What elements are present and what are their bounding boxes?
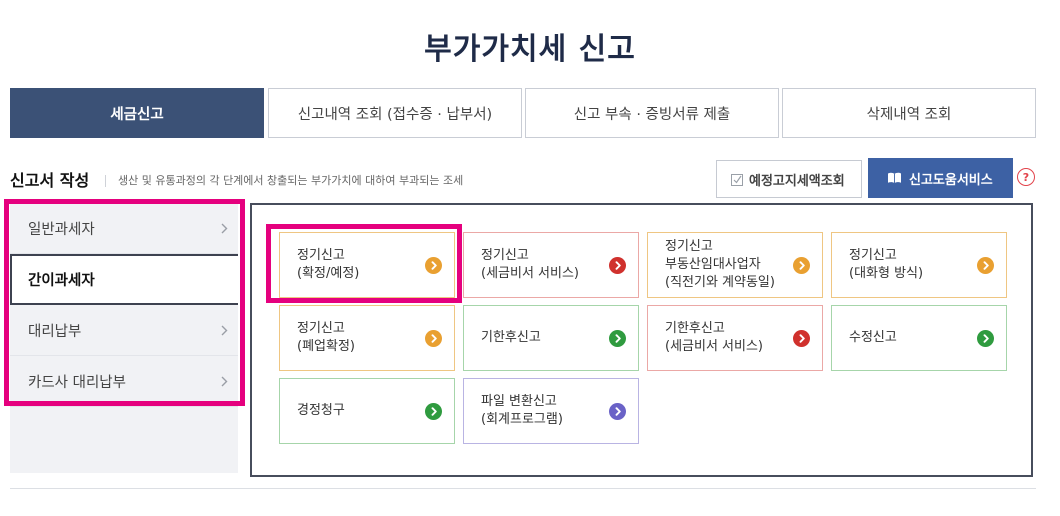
chevron-right-circle-icon	[977, 329, 994, 347]
card-label: 수정신고	[849, 330, 897, 345]
book-icon	[887, 172, 902, 184]
question-circle-icon[interactable]: ?	[1017, 168, 1035, 186]
sidebar-item-general-taxpayer[interactable]: 일반과세자	[10, 203, 238, 254]
regular-filing-closure-card[interactable]: 정기신고 (폐업확정)	[279, 305, 455, 371]
late-filing-card[interactable]: 기한후신고	[463, 305, 639, 371]
section-title: 신고서 작성	[10, 171, 90, 190]
chevron-right-icon	[221, 376, 228, 387]
chevron-right-circle-icon	[977, 256, 994, 274]
tab-attachment-submission[interactable]: 신고 부속 · 증빙서류 제출	[525, 88, 779, 138]
notice-lookup-label: 예정고지세액조회	[749, 173, 845, 189]
card-label: 파일 변환신고 (회계프로그램)	[481, 394, 563, 427]
chevron-right-circle-icon	[425, 329, 442, 347]
sidebar-item-simplified-taxpayer[interactable]: 간이과세자	[10, 254, 238, 305]
chevron-right-circle-icon	[793, 329, 810, 347]
card-label: 기한후신고 (세금비서 서비스)	[665, 321, 763, 354]
sidebar-item-label: 대리납부	[28, 323, 82, 340]
section-description: 생산 및 유통과정의 각 단계에서 창출되는 부가가치에 대하여 부과되는 조세	[118, 174, 464, 187]
file-conversion-filing-card[interactable]: 파일 변환신고 (회계프로그램)	[463, 378, 639, 444]
amended-filing-card[interactable]: 수정신고	[831, 305, 1007, 371]
chevron-right-icon	[221, 223, 228, 234]
sidebar-item-label: 카드사 대리납부	[28, 374, 126, 391]
chevron-right-circle-icon	[609, 402, 626, 420]
help-service-label: 신고도움서비스	[909, 172, 993, 188]
card-label: 정기신고 (확정/예정)	[297, 248, 360, 281]
help-service-button[interactable]: 신고도움서비스	[868, 158, 1013, 198]
sidebar-item-label: 일반과세자	[28, 221, 95, 238]
late-filing-tax-secretary-card[interactable]: 기한후신고 (세금비서 서비스)	[647, 305, 823, 371]
correction-claim-card[interactable]: 경정청구	[279, 378, 455, 444]
notice-lookup-button[interactable]: 예정고지세액조회	[716, 160, 862, 198]
chevron-right-icon	[221, 325, 228, 336]
tab-deleted-history[interactable]: 삭제내역 조회	[782, 88, 1036, 138]
card-label: 기한후신고	[481, 330, 541, 345]
card-label: 정기신고 부동산임대사업자 (직전기와 계약동일)	[665, 239, 775, 290]
checklist-icon	[731, 173, 744, 186]
sidebar-item-proxy-payment[interactable]: 대리납부	[10, 305, 238, 356]
regular-filing-interactive-card[interactable]: 정기신고 (대화형 방식)	[831, 232, 1007, 298]
chevron-right-circle-icon	[793, 256, 810, 274]
regular-filing-card[interactable]: 정기신고 (확정/예정)	[279, 232, 455, 298]
card-label: 정기신고 (세금비서 서비스)	[481, 248, 579, 281]
chevron-right-circle-icon	[425, 256, 442, 274]
sidebar-item-label: 간이과세자	[28, 273, 95, 289]
filing-type-grid: 정기신고 (확정/예정) 정기신고 (세금비서 서비스) 정기신고 부동산임대사…	[279, 232, 1007, 444]
regular-filing-tax-secretary-card[interactable]: 정기신고 (세금비서 서비스)	[463, 232, 639, 298]
chevron-right-circle-icon	[609, 329, 626, 347]
page-title: 부가가치세 신고	[424, 32, 636, 67]
card-label: 정기신고 (폐업확정)	[297, 321, 355, 354]
chevron-right-circle-icon	[609, 256, 626, 274]
filing-type-panel: 정기신고 (확정/예정) 정기신고 (세금비서 서비스) 정기신고 부동산임대사…	[250, 203, 1033, 477]
bottom-divider	[10, 488, 1036, 489]
regular-filing-rental-business-card[interactable]: 정기신고 부동산임대사업자 (직전기와 계약동일)	[647, 232, 823, 298]
tab-tax-filing[interactable]: 세금신고	[10, 88, 264, 138]
sidebar-item-card-proxy-payment[interactable]: 카드사 대리납부	[10, 356, 238, 407]
sidebar-nav: 일반과세자 간이과세자 대리납부 카드사 대리납부	[10, 203, 238, 473]
tab-filing-history[interactable]: 신고내역 조회 (접수증 · 납부서)	[268, 88, 522, 138]
chevron-right-circle-icon	[425, 402, 442, 420]
card-label: 경정청구	[297, 403, 345, 418]
section-divider	[105, 175, 106, 187]
card-label: 정기신고 (대화형 방식)	[849, 248, 924, 281]
